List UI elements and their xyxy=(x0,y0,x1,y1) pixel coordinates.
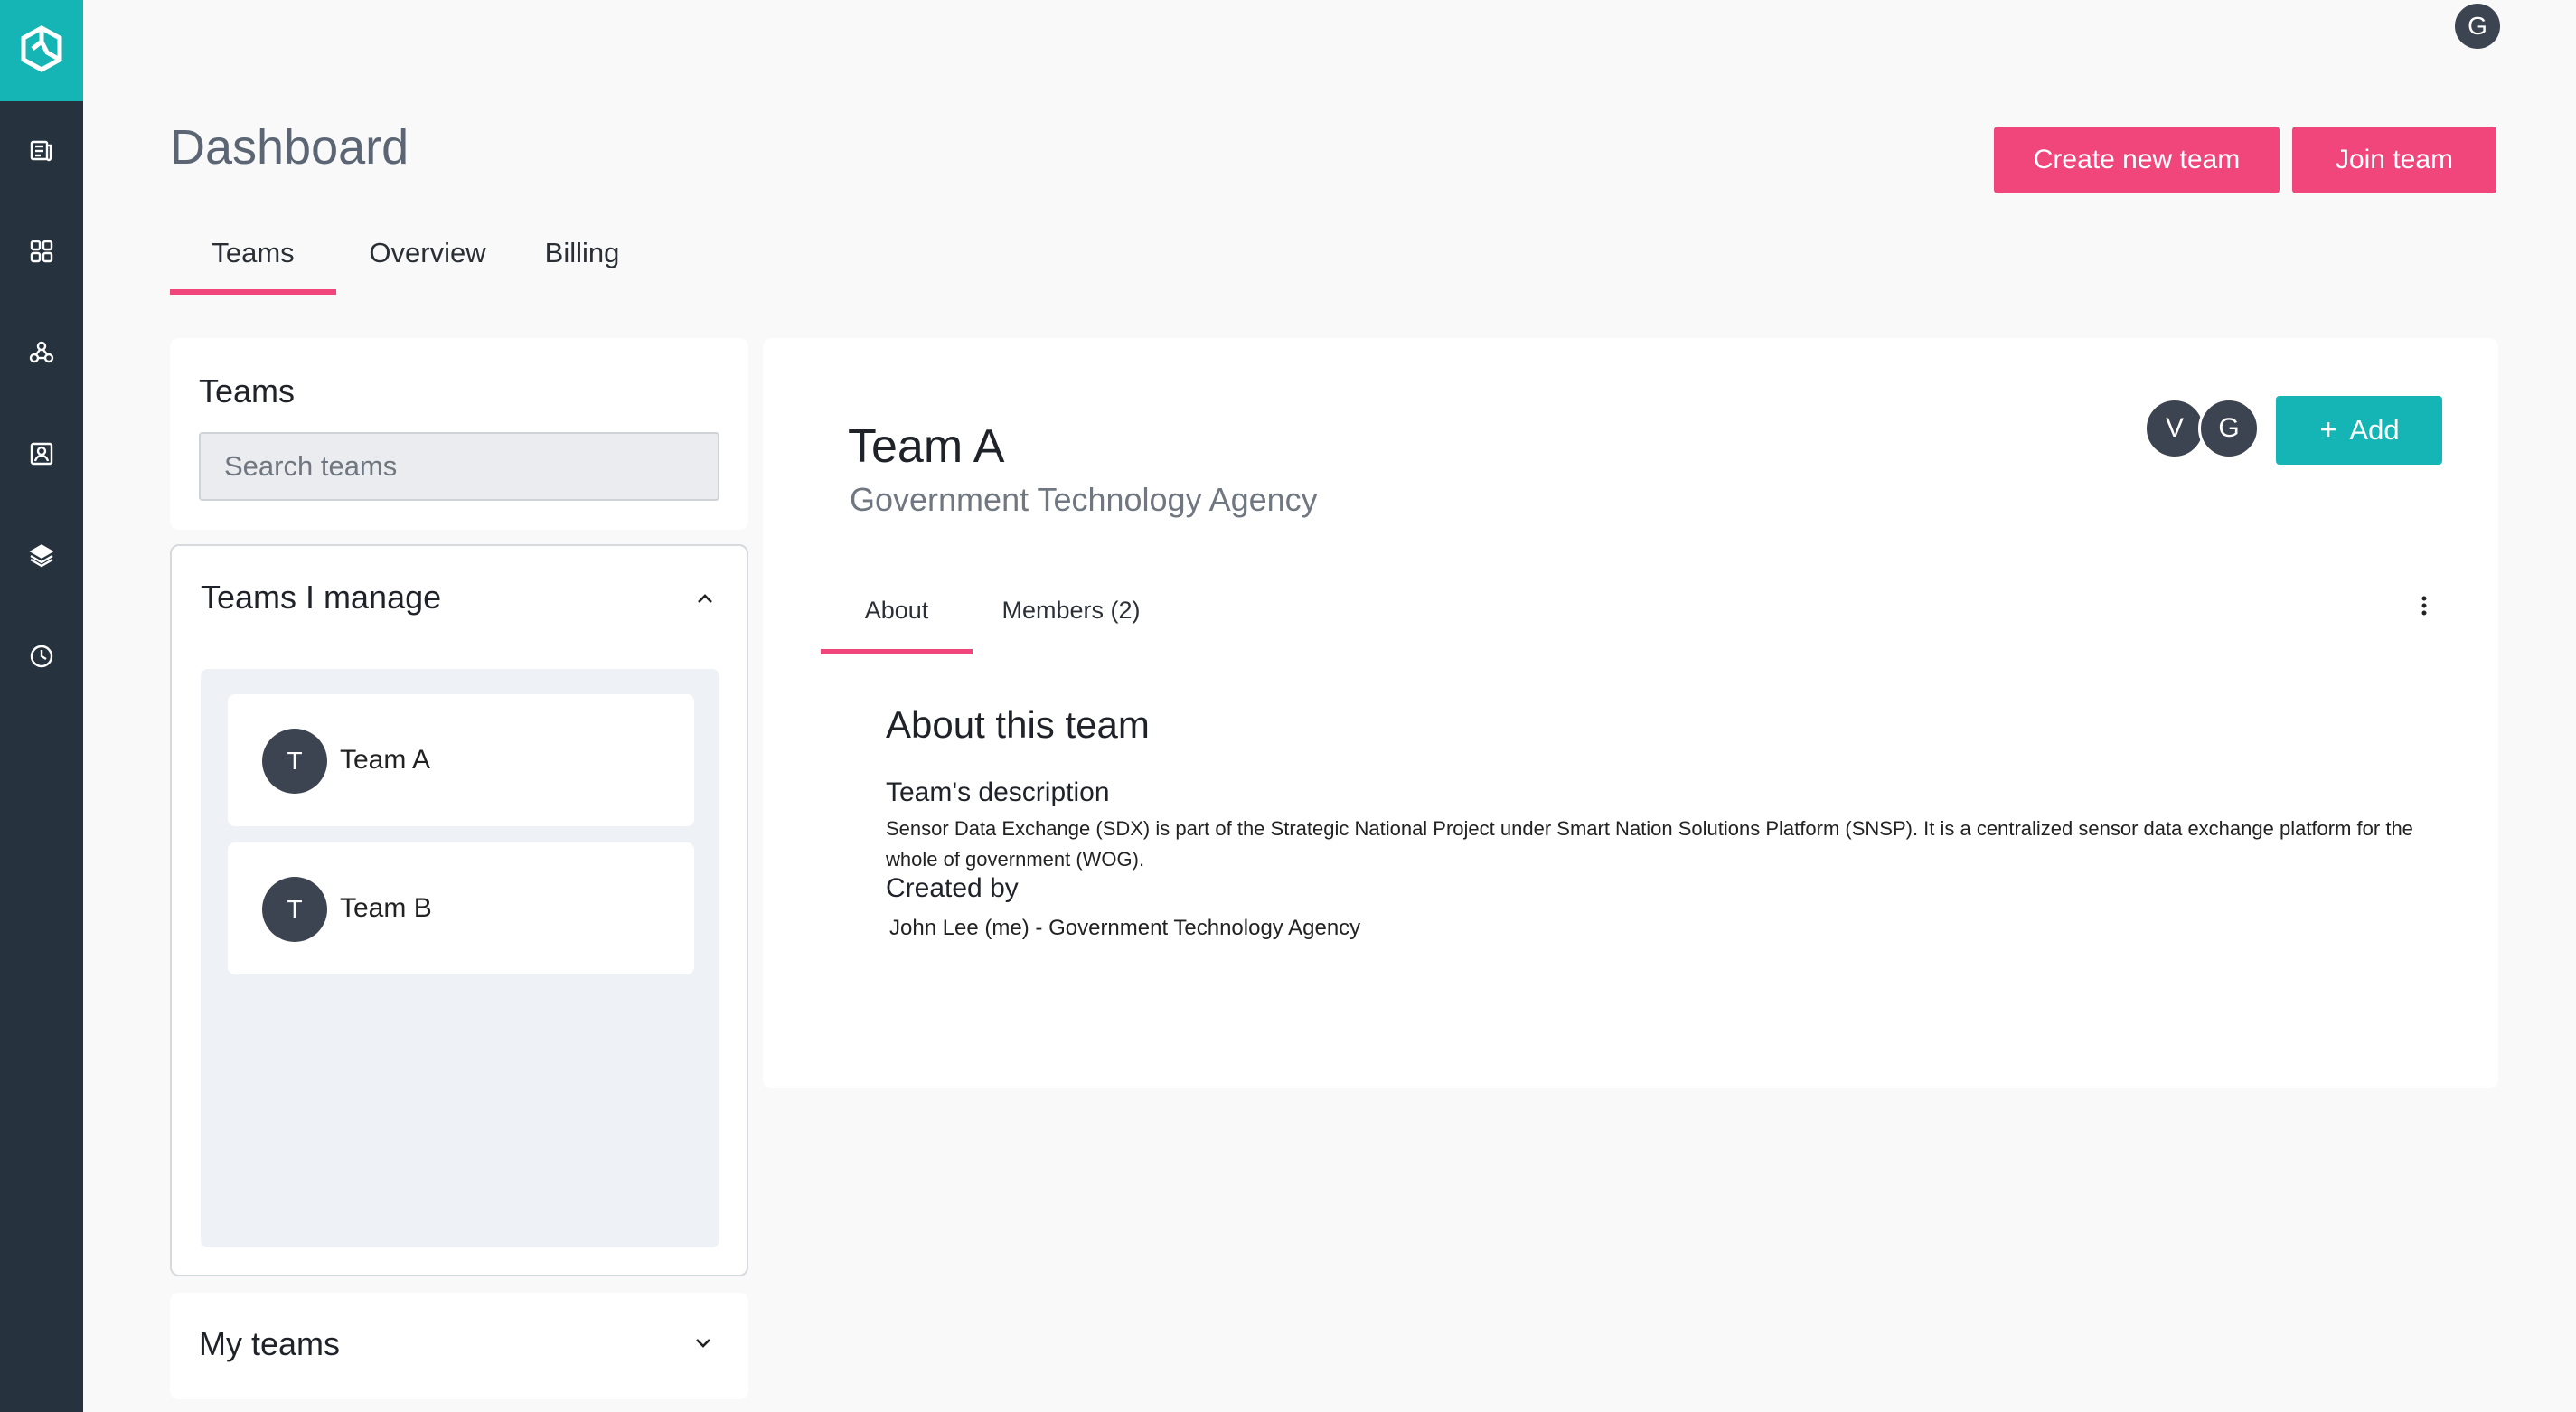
search-input[interactable] xyxy=(199,432,719,501)
tab-billing[interactable]: Billing xyxy=(524,224,640,295)
team-organization: Government Technology Agency xyxy=(850,481,1318,518)
tab-teams[interactable]: Teams xyxy=(170,224,336,295)
team-detail-card: Team A Government Technology Agency V G … xyxy=(763,338,2498,1088)
member-avatar[interactable]: G xyxy=(2198,398,2260,459)
created-by-text: John Lee (me) - Government Technology Ag… xyxy=(889,916,1361,940)
add-member-button[interactable]: Add xyxy=(2276,396,2442,465)
contacts-icon xyxy=(29,441,54,471)
subtab-members[interactable]: Members (2) xyxy=(996,588,1146,654)
teams-manage-heading: Teams I manage xyxy=(201,579,442,616)
logo-icon xyxy=(20,24,63,77)
description-label: Team's description xyxy=(886,777,1110,807)
team-title: Team A xyxy=(848,420,1005,473)
chevron-up-icon xyxy=(696,592,714,609)
create-team-button[interactable]: Create new team xyxy=(1994,127,2280,193)
subtab-about[interactable]: About xyxy=(821,588,973,654)
nav-layers[interactable] xyxy=(0,530,83,584)
add-label: Add xyxy=(2349,414,2400,446)
search-heading: Teams xyxy=(199,372,296,409)
description-text: Sensor Data Exchange (SDX) is part of th… xyxy=(886,817,2413,871)
team-avatar: T xyxy=(262,877,327,942)
more-options-button[interactable] xyxy=(2408,588,2440,627)
team-list: T Team A T Team B xyxy=(201,669,719,1247)
sidebar xyxy=(0,0,83,1412)
team-list-item[interactable]: T Team A xyxy=(228,694,694,826)
nav-history[interactable] xyxy=(0,631,83,685)
tab-overview[interactable]: Overview xyxy=(349,224,506,295)
team-list-item[interactable]: T Team B xyxy=(228,842,694,974)
chevron-down-icon xyxy=(694,1337,712,1354)
clock-icon xyxy=(29,644,54,673)
page-title: Dashboard xyxy=(170,120,409,174)
created-by-label: Created by xyxy=(886,873,1019,903)
search-card: Teams xyxy=(170,338,748,530)
my-teams-card[interactable]: My teams xyxy=(170,1293,748,1399)
join-team-button[interactable]: Join team xyxy=(2292,127,2496,193)
nav-documents[interactable] xyxy=(0,125,83,179)
user-avatar[interactable]: G xyxy=(2455,4,2500,49)
my-teams-heading: My teams xyxy=(199,1325,341,1362)
apps-grid-icon xyxy=(29,239,54,268)
documents-icon xyxy=(29,137,54,167)
teams-manage-card: Teams I manage T Team A T Team B xyxy=(170,544,748,1276)
nav-apps[interactable] xyxy=(0,226,83,280)
nav-contacts[interactable] xyxy=(0,428,83,483)
about-title: About this team xyxy=(886,703,1150,746)
member-avatar[interactable]: V xyxy=(2144,398,2205,459)
collapse-button[interactable] xyxy=(687,582,723,618)
network-icon xyxy=(28,340,55,370)
logo[interactable] xyxy=(0,0,83,101)
expand-button[interactable] xyxy=(685,1327,721,1363)
nav-network[interactable] xyxy=(0,327,83,381)
team-avatar: T xyxy=(262,729,327,794)
team-name: Team A xyxy=(340,745,431,775)
team-name: Team B xyxy=(340,893,432,923)
kebab-menu-icon xyxy=(2421,596,2427,620)
layers-icon xyxy=(29,542,54,572)
plus-icon xyxy=(2318,414,2338,447)
